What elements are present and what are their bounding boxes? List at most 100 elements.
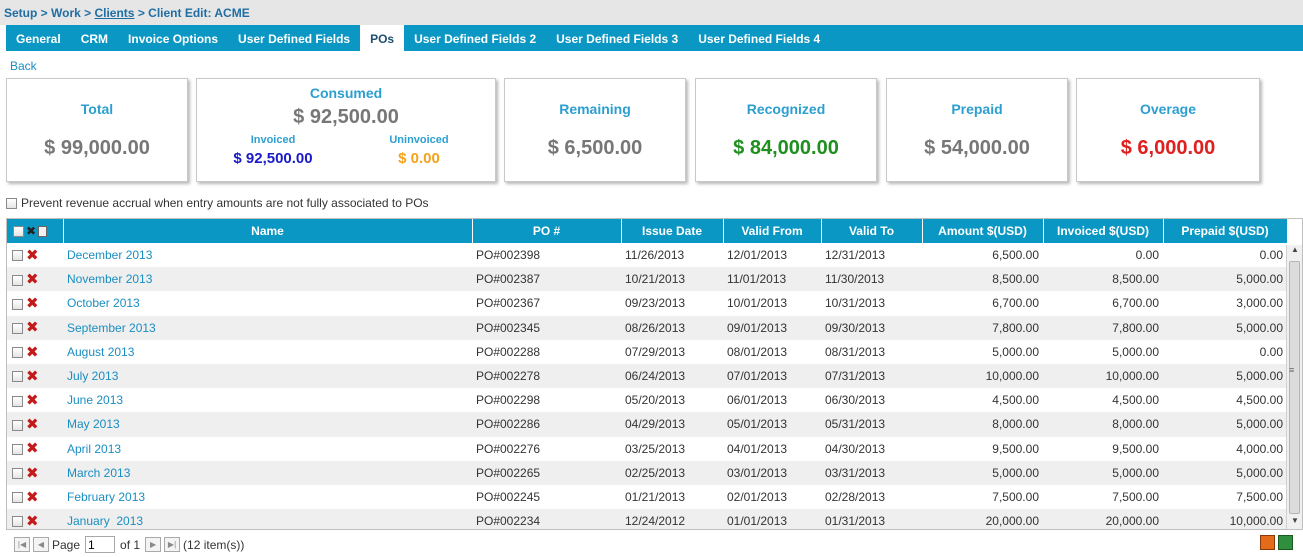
cell-amount: 8,000.00 bbox=[922, 412, 1043, 437]
tab-general[interactable]: General bbox=[6, 25, 71, 51]
breadcrumb-prefix: Setup > Work > bbox=[4, 6, 95, 20]
prevent-accrual-checkbox[interactable] bbox=[6, 197, 17, 209]
recognized-title: Recognized bbox=[746, 101, 826, 117]
row-checkbox[interactable] bbox=[12, 419, 23, 431]
cell-valid-from: 02/01/2013 bbox=[727, 489, 788, 504]
po-name-link[interactable]: March 2013 bbox=[67, 466, 130, 480]
delete-icon[interactable]: ✖ bbox=[26, 345, 39, 360]
cell-amount: 7,800.00 bbox=[922, 315, 1043, 340]
next-page-icon[interactable]: ▶ bbox=[145, 537, 162, 552]
po-name-link[interactable]: February 2013 bbox=[67, 490, 145, 504]
delete-icon[interactable]: ✖ bbox=[26, 393, 39, 408]
cell-name: September 2013 bbox=[63, 315, 472, 340]
header-invoiced[interactable]: Invoiced $(USD) bbox=[1043, 219, 1164, 243]
tab-user-defined-fields[interactable]: User Defined Fields bbox=[228, 25, 360, 51]
columns-menu-icon[interactable] bbox=[38, 225, 48, 237]
cell-po: PO#002398 bbox=[476, 248, 541, 263]
po-name-link[interactable]: April 2013 bbox=[67, 442, 121, 456]
cell-name: July 2013 bbox=[63, 363, 472, 389]
scroll-up-icon[interactable]: ▲ bbox=[1287, 245, 1302, 259]
overage-card: Overage $ 6,000.00 bbox=[1076, 78, 1260, 182]
delete-icon[interactable]: ✖ bbox=[26, 248, 39, 263]
page-input[interactable] bbox=[85, 536, 116, 553]
po-name-link[interactable]: September 2013 bbox=[67, 321, 156, 335]
row-checkbox[interactable] bbox=[12, 347, 23, 359]
delete-icon[interactable]: ✖ bbox=[26, 441, 39, 456]
tab-crm[interactable]: CRM bbox=[71, 25, 118, 51]
header-name[interactable]: Name bbox=[63, 219, 473, 243]
row-checkbox[interactable] bbox=[12, 274, 23, 286]
cell-issue-date: 04/29/2013 bbox=[621, 412, 723, 437]
delete-icon[interactable]: ✖ bbox=[26, 466, 39, 481]
po-name-link[interactable]: November 2013 bbox=[67, 272, 152, 286]
cell-prepaid: 4,500.00 bbox=[1236, 393, 1283, 408]
cell-invoiced: 5,000.00 bbox=[1112, 344, 1159, 359]
cell-amount: 5,000.00 bbox=[992, 344, 1039, 359]
export-pdf-icon[interactable] bbox=[1260, 535, 1275, 550]
delete-selected-icon[interactable]: ✖ bbox=[26, 225, 36, 237]
tab-user-defined-fields-3[interactable]: User Defined Fields 3 bbox=[546, 25, 688, 51]
cell-prepaid: 3,000.00 bbox=[1236, 296, 1283, 311]
row-controls: ✖ bbox=[7, 412, 63, 437]
delete-icon[interactable]: ✖ bbox=[26, 490, 39, 505]
row-checkbox[interactable] bbox=[12, 516, 23, 528]
cell-prepaid: 5,000.00 bbox=[1163, 315, 1287, 340]
table-row: ✖ February 2013 PO#002245 01/21/2013 02/… bbox=[7, 485, 1287, 509]
breadcrumb-clients-link[interactable]: Clients bbox=[94, 6, 134, 20]
delete-icon[interactable]: ✖ bbox=[26, 514, 39, 529]
delete-icon[interactable]: ✖ bbox=[26, 272, 39, 287]
row-checkbox[interactable] bbox=[12, 298, 23, 310]
scroll-down-icon[interactable]: ▼ bbox=[1287, 516, 1302, 529]
row-controls: ✖ bbox=[7, 267, 63, 292]
header-prepaid[interactable]: Prepaid $(USD) bbox=[1163, 219, 1288, 243]
table-row: ✖ July 2013 PO#002278 06/24/2013 07/01/2… bbox=[7, 363, 1287, 389]
tab-user-defined-fields-4[interactable]: User Defined Fields 4 bbox=[688, 25, 830, 51]
cell-prepaid: 10,000.00 bbox=[1163, 509, 1287, 529]
header-row: ✖ Name PO # Issue Date Valid From Valid … bbox=[7, 219, 1288, 243]
cell-po: PO#002387 bbox=[472, 267, 621, 292]
po-name-link[interactable]: August 2013 bbox=[67, 345, 134, 359]
po-name-link[interactable]: July 2013 bbox=[67, 369, 118, 383]
po-name-link[interactable]: May 2013 bbox=[67, 417, 120, 431]
row-checkbox[interactable] bbox=[12, 492, 23, 504]
table-row: ✖ September 2013 PO#002345 08/26/2013 09… bbox=[7, 315, 1287, 340]
row-checkbox[interactable] bbox=[12, 443, 23, 455]
header-amount[interactable]: Amount $(USD) bbox=[922, 219, 1044, 243]
last-page-icon[interactable]: ▶| bbox=[164, 537, 181, 552]
back-link[interactable]: Back bbox=[10, 59, 37, 73]
header-valid-to[interactable]: Valid To bbox=[821, 219, 923, 243]
export-excel-icon[interactable] bbox=[1278, 535, 1293, 550]
row-controls: ✖ bbox=[7, 340, 63, 364]
page-label: Page bbox=[52, 537, 81, 552]
delete-icon[interactable]: ✖ bbox=[26, 369, 39, 384]
tab-invoice-options[interactable]: Invoice Options bbox=[118, 25, 228, 51]
cell-invoiced: 20,000.00 bbox=[1043, 509, 1163, 529]
tab-user-defined-fields-2[interactable]: User Defined Fields 2 bbox=[404, 25, 546, 51]
cell-valid-to: 06/30/2013 bbox=[825, 393, 886, 408]
row-checkbox[interactable] bbox=[12, 250, 23, 262]
po-name-link[interactable]: June 2013 bbox=[67, 393, 123, 407]
po-name-link[interactable]: December 2013 bbox=[67, 248, 152, 262]
tab-pos[interactable]: POs bbox=[360, 25, 405, 51]
header-issue-date[interactable]: Issue Date bbox=[621, 219, 724, 243]
delete-icon[interactable]: ✖ bbox=[26, 296, 39, 311]
delete-icon[interactable]: ✖ bbox=[26, 320, 39, 335]
row-checkbox[interactable] bbox=[12, 322, 23, 334]
row-controls: ✖ bbox=[7, 485, 63, 509]
cell-po: PO#002276 bbox=[476, 441, 541, 456]
row-checkbox[interactable] bbox=[12, 371, 23, 383]
vertical-scrollbar[interactable]: ▲ ≡ ▼ bbox=[1286, 245, 1302, 529]
scrollbar-thumb[interactable] bbox=[1289, 261, 1300, 514]
po-name-link[interactable]: January 2013 bbox=[67, 514, 143, 528]
header-po-number[interactable]: PO # bbox=[472, 219, 622, 243]
delete-icon[interactable]: ✖ bbox=[26, 417, 39, 432]
cell-po: PO#002298 bbox=[476, 393, 541, 408]
select-all-checkbox[interactable] bbox=[13, 225, 24, 237]
row-checkbox[interactable] bbox=[12, 395, 23, 407]
prev-page-icon[interactable]: ◀ bbox=[33, 537, 49, 552]
first-page-icon[interactable]: |◀ bbox=[14, 537, 30, 552]
row-checkbox[interactable] bbox=[12, 468, 23, 480]
header-valid-from[interactable]: Valid From bbox=[723, 219, 822, 243]
po-name-link[interactable]: October 2013 bbox=[67, 296, 140, 310]
cell-valid-to: 08/31/2013 bbox=[825, 344, 886, 359]
